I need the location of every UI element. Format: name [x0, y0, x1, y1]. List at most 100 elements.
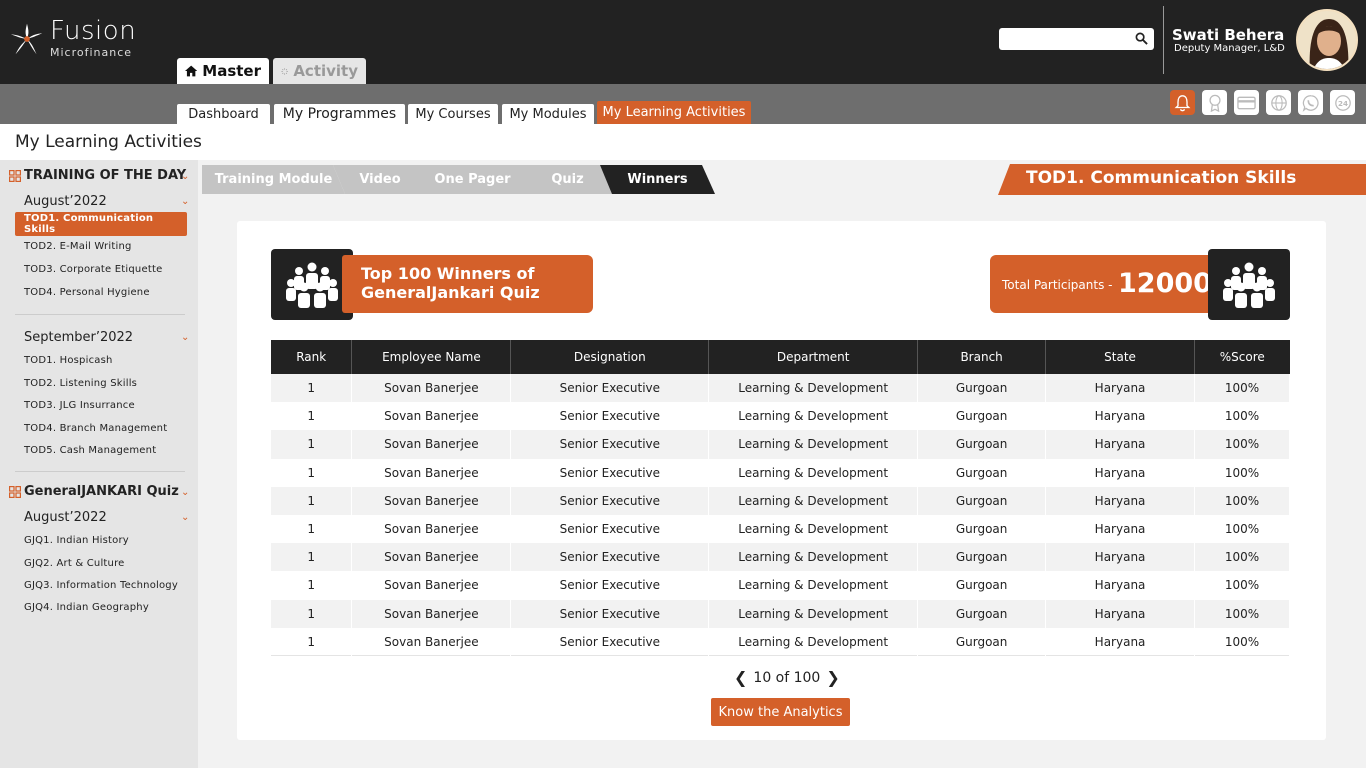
- column-header-branch[interactable]: Branch: [917, 340, 1047, 374]
- sidebar-month[interactable]: September’2022: [24, 330, 133, 345]
- cell-score: 100%: [1194, 430, 1290, 459]
- table-row[interactable]: 1 Sovan Banerjee Senior Executive Learning …: [271, 374, 1290, 403]
- page-title-bar: [0, 124, 1366, 160]
- sidebar-item-tod4-branch[interactable]: TOD4. Branch Management: [24, 423, 167, 434]
- badge-button[interactable]: [1202, 90, 1227, 115]
- sidebar-item-tod2-listening[interactable]: TOD2. Listening Skills: [24, 378, 137, 389]
- sidebar-item-tod3-etiquette[interactable]: TOD3. Corporate Etiquette: [24, 264, 162, 275]
- column-header-score[interactable]: %Score: [1194, 340, 1290, 374]
- cell-employee-name: Sovan Banerjee: [351, 543, 512, 572]
- search-icon[interactable]: [1135, 32, 1148, 45]
- table-row[interactable]: 1 Sovan Banerjee Senior Executive Learning …: [271, 599, 1290, 628]
- card-button[interactable]: [1234, 90, 1259, 115]
- cell-branch: Gurgoan: [917, 514, 1047, 544]
- tab-dashboard[interactable]: Dashboard: [177, 104, 270, 124]
- cell-branch: Gurgoan: [917, 599, 1047, 628]
- support-button[interactable]: 24: [1330, 90, 1355, 115]
- cell-designation: Senior Executive: [510, 599, 710, 628]
- pagination: ❮ 10 of 100 ❯: [728, 668, 846, 687]
- sidebar-item-tod1-communication[interactable]: TOD1. Communication Skills: [15, 212, 187, 236]
- page-title: My Learning Activities: [15, 132, 202, 152]
- sidebar-heading-label: GeneralJANKARI Quiz: [24, 484, 179, 499]
- cell-score: 100%: [1194, 458, 1290, 487]
- chevron-down-icon[interactable]: ⌄: [181, 512, 189, 523]
- table-row[interactable]: 1 Sovan Banerjee Senior Executive Learning …: [271, 458, 1290, 487]
- tab-my-modules[interactable]: My Modules: [502, 104, 594, 124]
- column-header-employee-name[interactable]: Employee Name: [351, 340, 512, 374]
- cell-score: 100%: [1194, 627, 1290, 656]
- chevron-down-icon[interactable]: ⌄: [181, 487, 189, 498]
- cell-score: 100%: [1194, 402, 1290, 431]
- sidebar-item-gjq4-geography[interactable]: GJQ4. Indian Geography: [24, 602, 149, 613]
- cell-branch: Gurgoan: [917, 430, 1047, 459]
- cell-branch: Gurgoan: [917, 374, 1047, 403]
- sidebar-item-gjq3-it[interactable]: GJQ3. Information Technology: [24, 580, 178, 591]
- cell-branch: Gurgoan: [917, 571, 1047, 600]
- whatsapp-button[interactable]: [1298, 90, 1323, 115]
- cell-employee-name: Sovan Banerjee: [351, 374, 512, 403]
- prev-page-button[interactable]: ❮: [728, 668, 753, 687]
- tab-my-programmes[interactable]: My Programmes: [274, 104, 405, 124]
- next-page-button[interactable]: ❯: [820, 668, 845, 687]
- tab-master[interactable]: Master: [177, 58, 269, 84]
- column-header-state[interactable]: State: [1045, 340, 1195, 374]
- sidebar-month[interactable]: August’2022: [24, 194, 107, 209]
- cell-department: Learning & Development: [708, 374, 919, 403]
- activity-icon: [281, 67, 288, 75]
- chevron-down-icon[interactable]: ⌄: [181, 196, 189, 207]
- group-people-icon: [286, 262, 338, 308]
- table-row[interactable]: 1 Sovan Banerjee Senior Executive Learning …: [271, 402, 1290, 431]
- cell-rank: 1: [271, 402, 353, 431]
- table-row[interactable]: 1 Sovan Banerjee Senior Executive Learning …: [271, 627, 1290, 656]
- step-training-module[interactable]: Training Module: [202, 165, 345, 194]
- table-row[interactable]: 1 Sovan Banerjee Senior Executive Learning …: [271, 571, 1290, 600]
- chevron-down-icon[interactable]: ⌄: [181, 171, 189, 182]
- whatsapp-icon: [1302, 94, 1319, 112]
- cell-department: Learning & Development: [708, 543, 919, 572]
- table-row[interactable]: 1 Sovan Banerjee Senior Executive Learning …: [271, 514, 1290, 544]
- sidebar-heading-training[interactable]: TRAINING OF THE DAY: [9, 168, 186, 183]
- column-header-department[interactable]: Department: [708, 340, 919, 374]
- tab-my-courses[interactable]: My Courses: [408, 104, 498, 124]
- fusion-logo-icon: [10, 23, 43, 54]
- cell-score: 100%: [1194, 374, 1290, 403]
- sidebar-month[interactable]: August’2022: [24, 510, 107, 525]
- cell-state: Haryana: [1045, 430, 1195, 459]
- tab-my-learning-activities[interactable]: My Learning Activities: [597, 101, 751, 124]
- cell-rank: 1: [271, 514, 353, 544]
- sidebar-item-tod2-email[interactable]: TOD2. E-Mail Writing: [24, 241, 132, 252]
- cell-branch: Gurgoan: [917, 458, 1047, 487]
- brand-logo[interactable]: Fusion Microfinance: [8, 18, 136, 59]
- sidebar-item-gjq1-history[interactable]: GJQ1. Indian History: [24, 535, 129, 546]
- sidebar-item-tod1-hospicash[interactable]: TOD1. Hospicash: [24, 355, 113, 366]
- avatar[interactable]: [1296, 9, 1358, 71]
- column-header-rank[interactable]: Rank: [271, 340, 353, 374]
- chevron-down-icon[interactable]: ⌄: [181, 332, 189, 343]
- table-row[interactable]: 1 Sovan Banerjee Senior Executive Learning …: [271, 543, 1290, 572]
- column-header-designation[interactable]: Designation: [510, 340, 710, 374]
- step-one-pager[interactable]: One Pager: [411, 165, 534, 194]
- home-icon: [185, 65, 198, 77]
- step-label: Winners: [627, 172, 688, 187]
- cell-state: Haryana: [1045, 486, 1195, 515]
- sidebar-item-gjq2-art[interactable]: GJQ2. Art & Culture: [24, 558, 125, 569]
- search-input[interactable]: [999, 28, 1124, 50]
- cell-rank: 1: [271, 543, 353, 572]
- notifications-button[interactable]: [1170, 90, 1195, 115]
- bell-icon: [1174, 94, 1191, 111]
- step-winners[interactable]: Winners: [600, 165, 715, 194]
- tab-activity[interactable]: Activity: [273, 58, 366, 84]
- cell-score: 100%: [1194, 514, 1290, 544]
- cell-department: Learning & Development: [708, 402, 919, 431]
- sidebar-item-tod5-cash[interactable]: TOD5. Cash Management: [24, 445, 156, 456]
- cell-designation: Senior Executive: [510, 514, 710, 544]
- globe-button[interactable]: [1266, 90, 1291, 115]
- know-analytics-button[interactable]: Know the Analytics: [711, 698, 850, 726]
- table-row[interactable]: 1 Sovan Banerjee Senior Executive Learning …: [271, 486, 1290, 515]
- sidebar-item-tod3-jlg[interactable]: TOD3. JLG Insurrance: [24, 400, 135, 411]
- sidebar-heading-quiz[interactable]: GeneralJANKARI Quiz: [9, 484, 179, 499]
- search-field[interactable]: [999, 28, 1154, 50]
- table-row[interactable]: 1 Sovan Banerjee Senior Executive Learning …: [271, 430, 1290, 459]
- sidebar-item-tod4-hygiene[interactable]: TOD4. Personal Hygiene: [24, 287, 150, 298]
- brand-tagline: Microfinance: [50, 46, 133, 59]
